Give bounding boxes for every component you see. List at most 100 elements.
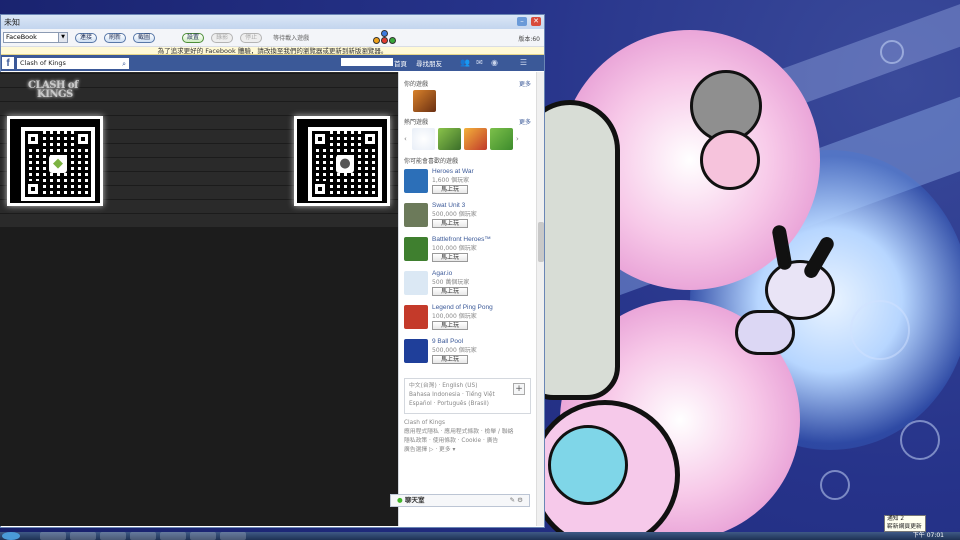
search-icon[interactable]: ⌕ — [122, 59, 126, 70]
carousel-right-icon[interactable]: › — [516, 135, 521, 143]
taskbar-app[interactable] — [40, 532, 66, 540]
game-name[interactable]: Swat Unit 3 — [432, 202, 477, 209]
tray-clock[interactable]: 下午 07:01 — [913, 532, 944, 540]
play-button[interactable]: 馬上玩 — [432, 321, 468, 330]
game-name[interactable]: Battlefront Heroes™ — [432, 236, 491, 243]
suggested-game-item[interactable]: 9 Ball Pool 500,000 個玩家 馬上玩 — [404, 338, 531, 372]
chat-tab[interactable]: ● 聊天室 ✎ ⚙ — [390, 494, 530, 507]
facebook-logo-icon[interactable]: f — [2, 57, 14, 69]
scrollbar-thumb[interactable] — [538, 222, 544, 262]
game-canvas[interactable]: CLASH of KINGS ◆ ● — [0, 72, 398, 526]
platform-select[interactable]: FaceBook ▼ — [3, 32, 68, 43]
dpad-center-icon[interactable] — [381, 37, 388, 44]
platform-select-value: FaceBook — [6, 33, 37, 41]
record-button[interactable]: 錄影 — [211, 32, 234, 43]
home-link[interactable]: 首頁 — [394, 58, 407, 68]
game-thumb[interactable] — [438, 128, 461, 150]
suggested-title: 你可能會喜歡的遊戲 — [404, 158, 459, 165]
tooltip-line: 通知 2 — [887, 516, 905, 522]
game-thumb[interactable] — [490, 128, 513, 150]
settings-menu-icon[interactable]: ☰ — [519, 58, 528, 67]
language-box: 中文(台灣) · English (US) Bahasa Indonesia ·… — [404, 378, 531, 414]
friend-requests-icon[interactable]: 👥 — [460, 58, 470, 67]
messages-icon[interactable]: ✉ — [475, 58, 484, 67]
more-languages-button[interactable]: + — [513, 383, 525, 395]
language-line[interactable]: Español · Português (Brasil) — [409, 400, 526, 409]
page-scrollbar[interactable] — [536, 72, 544, 526]
language-line[interactable]: Bahasa Indonesia · Tiếng Việt — [409, 391, 526, 400]
recommended-carousel: ‹ › — [404, 128, 531, 150]
profile-name-redacted[interactable] — [341, 58, 393, 66]
stop-button[interactable]: 停止 — [240, 32, 263, 43]
ios-qr-frame[interactable]: ● — [294, 116, 390, 206]
chat-options-icon[interactable]: ✎ ⚙ — [510, 495, 523, 506]
your-games-more-link[interactable]: 更多 — [519, 79, 531, 88]
taskbar-app[interactable] — [100, 532, 126, 540]
dpad-right-icon[interactable] — [389, 37, 396, 44]
taskbar-app[interactable] — [190, 532, 216, 540]
footer-links[interactable]: 應用程式隱私 · 應用程式條款 · 檢舉 / 聯絡 — [404, 428, 531, 437]
title-bar[interactable]: 未知 – ✕ — [1, 15, 544, 29]
game-player-count: 1,600 個玩家 — [432, 177, 470, 184]
suggested-game-item[interactable]: Battlefront Heroes™ 100,000 個玩家 馬上玩 — [404, 236, 531, 270]
suggested-game-item[interactable]: Agar.io 500 萬個玩家 馬上玩 — [404, 270, 531, 304]
notifications-icon[interactable]: ◉ — [490, 58, 499, 67]
minimize-button[interactable]: – — [517, 17, 527, 26]
dpad-left-icon[interactable] — [373, 37, 380, 44]
game-player-count: 500,000 個玩家 — [432, 347, 477, 354]
screenshot-button[interactable]: 截圖 — [133, 32, 156, 43]
taskbar-app[interactable] — [160, 532, 186, 540]
play-button[interactable]: 馬上玩 — [432, 287, 468, 296]
suggested-game-item[interactable]: Legend of Ping Pong 100,000 個玩家 馬上玩 — [404, 304, 531, 338]
game-thumb[interactable] — [404, 339, 428, 363]
recommended-more-link[interactable]: 更多 — [519, 117, 531, 126]
language-line[interactable]: 中文(台灣) · English (US) — [409, 382, 526, 391]
wallpaper-bubble — [820, 470, 850, 500]
apple-icon: ● — [336, 155, 354, 173]
game-thumb[interactable] — [404, 305, 428, 329]
game-name[interactable]: Heroes at War — [432, 168, 474, 175]
dpad-up-icon[interactable] — [381, 30, 388, 37]
suggested-game-item[interactable]: Heroes at War 1,600 個玩家 馬上玩 — [404, 168, 531, 202]
find-friends-link[interactable]: 尋找朋友 — [416, 58, 442, 68]
recommended-title: 熱門遊戲 — [404, 119, 429, 126]
your-games-header: 你的遊戲 更多 — [404, 79, 531, 88]
settings-button[interactable]: 設置 — [182, 32, 205, 43]
game-thumb[interactable] — [404, 237, 428, 261]
game-thumb[interactable] — [464, 128, 487, 150]
search-input[interactable]: Clash of Kings ⌕ — [17, 57, 129, 70]
taskbar-app[interactable] — [130, 532, 156, 540]
game-name[interactable]: Legend of Ping Pong — [432, 304, 493, 311]
android-qr-frame[interactable]: ◆ — [7, 116, 103, 206]
connect-button[interactable]: 連接 — [75, 32, 98, 43]
game-name[interactable]: 9 Ball Pool — [432, 338, 477, 345]
start-button[interactable] — [2, 532, 20, 540]
your-games-title: 你的遊戲 — [404, 81, 429, 88]
footer-links[interactable]: 廣告選擇 ▷ · 更多 ▾ — [404, 446, 531, 455]
chevron-down-icon: ▼ — [58, 33, 67, 42]
browser-notice: 為了追求更好的 Facebook 體驗，請改換至我們的瀏覽器或更新到新版瀏覽器。 — [1, 47, 544, 55]
tooltip-line: 嶄新網頁更新 — [887, 523, 922, 530]
taskbar-app[interactable] — [70, 532, 96, 540]
game-thumb[interactable] — [404, 203, 428, 227]
play-button[interactable]: 馬上玩 — [432, 185, 468, 194]
suggested-game-item[interactable]: Swat Unit 3 500,000 個玩家 馬上玩 — [404, 202, 531, 236]
ios-qr-code: ● — [308, 127, 382, 201]
direction-pad[interactable] — [371, 30, 399, 47]
close-button[interactable]: ✕ — [531, 17, 541, 26]
play-button[interactable]: 馬上玩 — [432, 355, 468, 364]
game-thumb-clash-of-kings[interactable] — [413, 90, 436, 112]
game-thumb[interactable] — [404, 271, 428, 295]
game-thumb[interactable] — [412, 128, 435, 150]
taskbar-app[interactable] — [220, 532, 246, 540]
refresh-button[interactable]: 刷新 — [104, 32, 127, 43]
footer-app-name[interactable]: Clash of Kings — [404, 419, 531, 428]
play-button[interactable]: 馬上玩 — [432, 253, 468, 262]
play-button[interactable]: 馬上玩 — [432, 219, 468, 228]
game-player-count: 500 萬個玩家 — [432, 279, 470, 286]
carousel-left-icon[interactable]: ‹ — [404, 135, 409, 143]
footer-links[interactable]: 隱私政策 · 使用條款 · Cookie · 廣告 — [404, 437, 531, 446]
android-qr-code: ◆ — [21, 127, 95, 201]
game-name[interactable]: Agar.io — [432, 270, 469, 277]
game-thumb[interactable] — [404, 169, 428, 193]
